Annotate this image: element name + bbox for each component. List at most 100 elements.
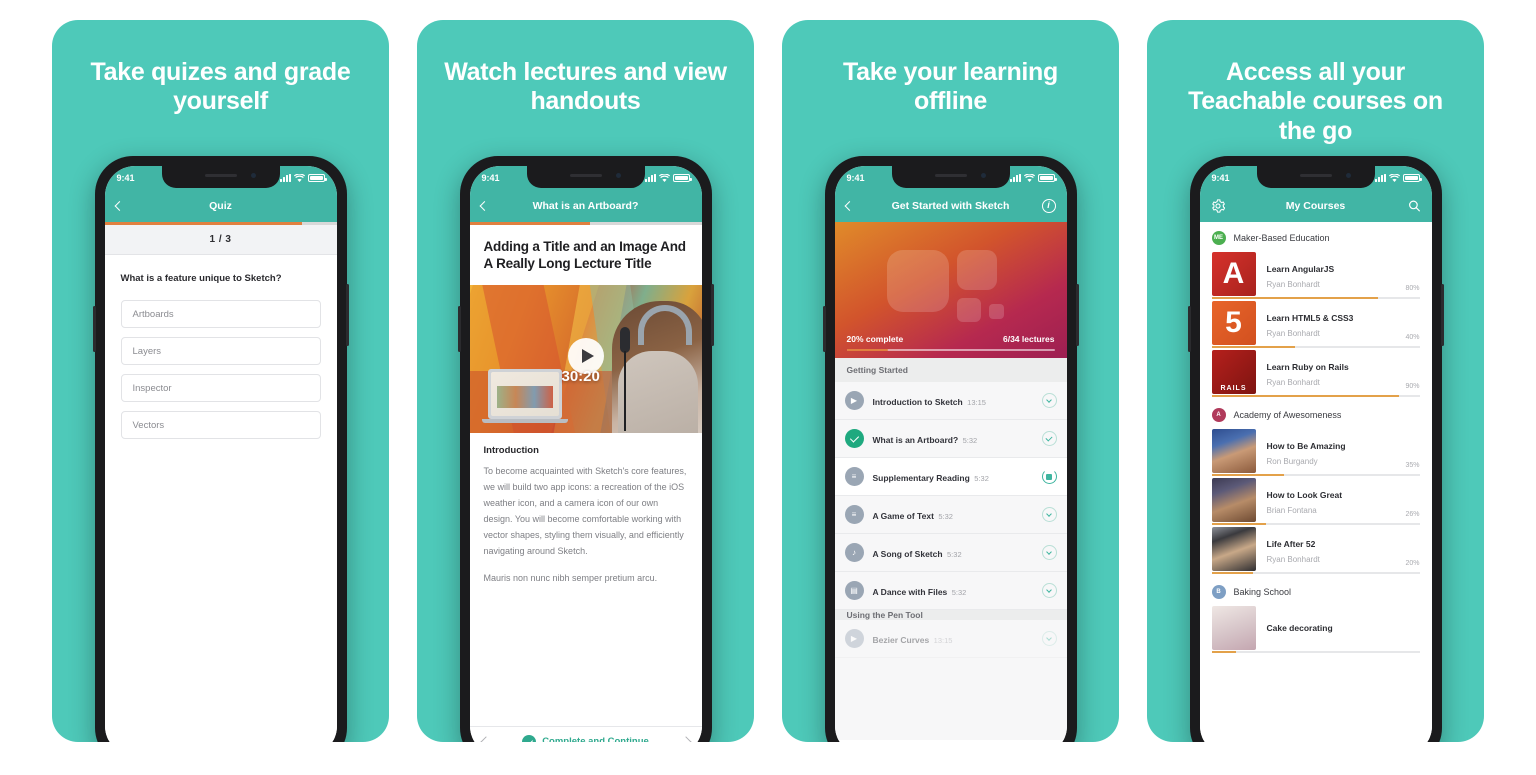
back-button[interactable] <box>479 201 489 211</box>
promo-panel-my-courses: Access all your Teachable courses on the… <box>1147 20 1484 742</box>
course-list[interactable]: ME Maker-Based Education A Learn Angular… <box>1199 222 1432 742</box>
course-info: Life After 52 Ryan Bonhardt 20% <box>1256 527 1420 576</box>
lecture-item-duration: 5:32 <box>947 549 962 559</box>
course-lectures-label: 6/34 lectures <box>1002 334 1055 344</box>
phone-screen: 9:41 Quiz 1 / 3 What is a feature unique… <box>104 166 337 742</box>
course-list-item[interactable]: How to Look Great Brian Fontana 26% <box>1200 478 1432 527</box>
course-thumb-sub: RAILS <box>1220 385 1247 392</box>
course-list-item[interactable]: 5 Learn HTML5 & CSS3 Ryan Bonhardt 40% <box>1200 301 1432 350</box>
promo-panel-quiz: Take quizes and grade yourself 9:41 Quiz… <box>52 20 389 742</box>
course-list-item[interactable]: A Learn AngularJS Ryan Bonhardt 80% <box>1200 252 1432 301</box>
school-badge-icon: A <box>1211 408 1226 422</box>
status-time: 9:41 <box>1211 173 1230 183</box>
course-list-item[interactable]: Life After 52 Ryan Bonhardt 20% <box>1200 527 1432 576</box>
panel-headline: Access all your Teachable courses on the… <box>1188 58 1443 145</box>
download-icon[interactable] <box>1041 631 1057 646</box>
lecture-item-duration: 13:15 <box>933 635 953 645</box>
settings-button[interactable] <box>1211 199 1225 213</box>
course-list-item[interactable]: Cake decorating <box>1200 606 1432 655</box>
front-camera-icon <box>250 173 256 178</box>
lecture-item-duration: 5:32 <box>951 587 967 597</box>
lecture-list-item[interactable]: ♪ A Song of Sketch 5:32 <box>834 534 1067 572</box>
status-time: 9:41 <box>481 173 500 183</box>
search-button[interactable] <box>1408 200 1421 213</box>
phone-screen: 9:41 What is an Artboard? Adding a Title… <box>469 166 702 742</box>
nav-bar: Get Started with Sketch i <box>834 190 1067 222</box>
front-camera-icon <box>980 173 986 178</box>
lecture-item-text: A Game of Text 5:32 <box>873 506 1042 524</box>
status-indicators <box>644 173 692 183</box>
video-player[interactable]: 30:20 <box>469 284 702 433</box>
course-title: How to Be Amazing <box>1266 441 1346 451</box>
panel-headline: Take quizes and grade yourself <box>90 58 351 116</box>
home-indicator[interactable] <box>1200 740 1432 742</box>
quiz-body: What is a feature unique to Sketch? Artb… <box>104 255 337 740</box>
lecture-item-duration: 5:32 <box>962 435 978 445</box>
promo-panel-offline: Take your learning offline 9:41 Get Star… <box>782 20 1119 742</box>
download-icon[interactable] <box>1041 507 1057 522</box>
download-icon[interactable] <box>1041 393 1057 408</box>
lecture-list-item[interactable]: ▶ Bezier Curves 13:15 <box>834 620 1067 658</box>
quiz-option[interactable]: Vectors <box>120 411 321 439</box>
course-info-button[interactable]: i <box>1041 199 1056 213</box>
status-indicators <box>279 173 327 183</box>
wifi-icon <box>658 173 670 182</box>
search-icon <box>1408 200 1420 212</box>
lecture-title: Adding a Title and an Image And A Really… <box>469 225 702 285</box>
downloading-icon[interactable] <box>1041 469 1057 484</box>
home-indicator[interactable] <box>835 740 1067 742</box>
lecture-list-item[interactable]: ▤ A Dance with Files 5:32 <box>834 572 1067 610</box>
chevron-left-icon <box>844 201 854 211</box>
download-icon[interactable] <box>1041 583 1057 598</box>
lecture-item-text: What is an Artboard? 5:32 <box>873 430 1042 448</box>
back-button[interactable] <box>844 201 854 211</box>
course-author: Ryan Bonhardt <box>1266 280 1320 289</box>
previous-lecture-button[interactable] <box>479 735 492 742</box>
nav-bar: Quiz <box>104 190 337 222</box>
lecture-list[interactable]: ▶ Introduction to Sketch 13:15 What is a… <box>834 382 1067 740</box>
lecture-list-item[interactable]: ≡ A Game of Text 5:32 <box>834 496 1067 534</box>
back-button[interactable] <box>114 201 124 211</box>
video-icon: ▶ <box>844 629 864 648</box>
course-thumb-letter: 5 <box>1225 306 1242 339</box>
course-list-item[interactable]: How to Be Amazing Ron Burgandy 35% <box>1200 429 1432 478</box>
quiz-option[interactable]: Artboards <box>120 300 321 328</box>
quiz-progress-bar <box>104 222 337 225</box>
lecture-list-item[interactable]: ▶ Introduction to Sketch 13:15 <box>834 382 1067 420</box>
quiz-option[interactable]: Layers <box>120 337 321 365</box>
course-progress-bar <box>1211 572 1420 574</box>
download-icon[interactable] <box>1041 545 1057 560</box>
quiz-option[interactable]: Inspector <box>120 374 321 402</box>
lecture-list-item[interactable]: ≡ Supplementary Reading 5:32 <box>834 458 1067 496</box>
course-info: Learn AngularJS Ryan Bonhardt 80% <box>1256 252 1420 301</box>
lecture-item-title: Supplementary Reading <box>872 472 970 483</box>
app-store-screenshot-gallery: Take quizes and grade yourself 9:41 Quiz… <box>0 0 1536 775</box>
lecture-item-duration: 5:32 <box>938 511 953 521</box>
course-author: Ryan Bonhardt <box>1266 329 1320 338</box>
laptop-image <box>481 368 568 423</box>
course-thumbnail <box>1211 606 1256 650</box>
wifi-icon <box>1388 173 1400 182</box>
speaker-icon <box>569 174 602 177</box>
course-title: Learn Ruby on Rails <box>1266 362 1349 372</box>
nav-bar: My Courses <box>1199 190 1432 222</box>
status-time: 9:41 <box>116 173 135 183</box>
course-thumbnail <box>1211 429 1256 473</box>
course-progress-label: 20% complete <box>846 334 904 344</box>
course-list-item[interactable]: RAILS Learn Ruby on Rails Ryan Bonhardt … <box>1200 350 1432 399</box>
next-lecture-button[interactable] <box>679 735 692 742</box>
status-indicators <box>1374 173 1422 183</box>
cellular-signal-icon <box>1009 174 1021 182</box>
complete-and-continue-button[interactable]: Complete and Continue <box>522 734 649 742</box>
phone-screen: 9:41 My Courses ME Maker-Based Education… <box>1199 166 1432 742</box>
course-progress-bar <box>1211 651 1420 653</box>
school-header: ME Maker-Based Education <box>1200 222 1432 252</box>
lecture-item-duration: 5:32 <box>974 473 989 483</box>
lecture-item-text: Introduction to Sketch 13:15 <box>873 392 1042 410</box>
home-indicator[interactable] <box>105 740 337 742</box>
course-progress-bar <box>846 348 1055 351</box>
lecture-list-item[interactable]: What is an Artboard? 5:32 <box>834 420 1067 458</box>
downloaded-icon[interactable] <box>1041 431 1057 446</box>
phone-device: 9:41 My Courses ME Maker-Based Education… <box>1187 156 1444 742</box>
lecture-item-duration: 13:15 <box>967 397 986 407</box>
